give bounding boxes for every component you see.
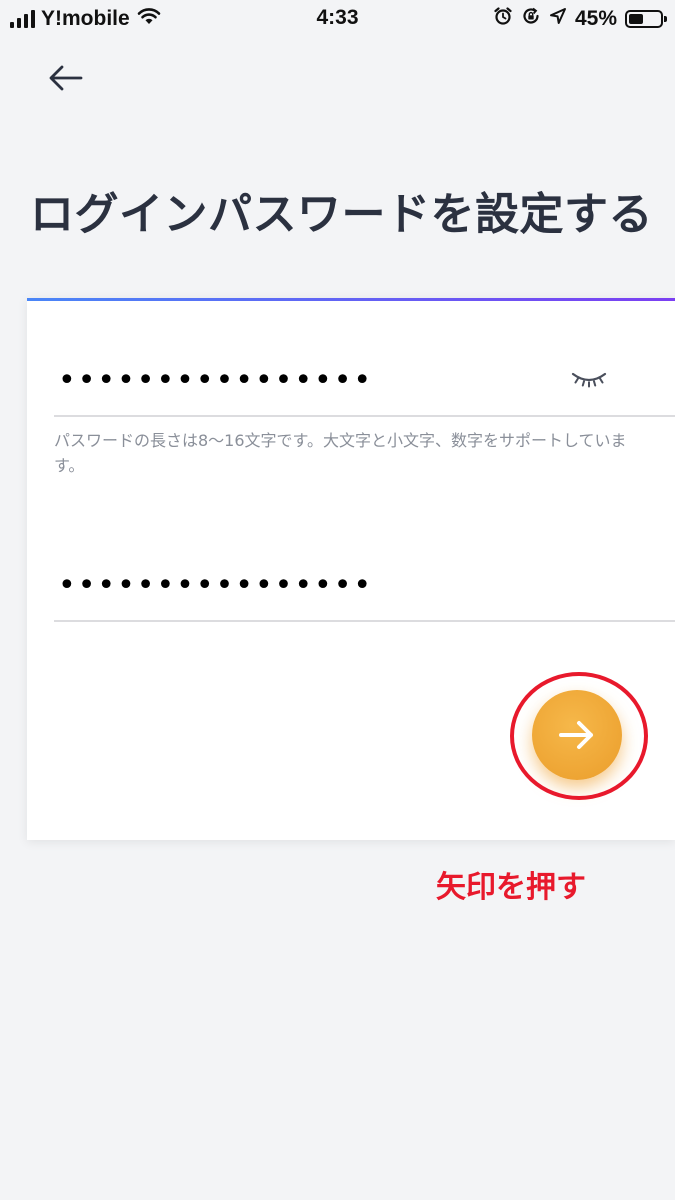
- annotation-label: 矢印を押す: [436, 870, 586, 905]
- status-right: 45%: [493, 6, 667, 32]
- battery-percent: 45%: [574, 7, 617, 30]
- password-card: パスワードの長さは8〜16文字です。大文字と小文字、数字をサポートしています。: [27, 298, 675, 840]
- location-icon: [549, 7, 567, 31]
- rotation-lock-icon: [521, 6, 541, 32]
- arrow-left-icon: [49, 65, 83, 91]
- password-underline: [54, 415, 675, 417]
- battery-icon: [625, 10, 667, 28]
- arrow-right-icon: [559, 721, 593, 749]
- status-bar: Y!mobile 4:33 45%: [0, 0, 675, 36]
- page-title: ログインパスワードを設定する: [30, 189, 653, 240]
- confirm-password-input[interactable]: [54, 560, 675, 610]
- password-visibility-toggle[interactable]: [567, 366, 611, 394]
- confirm-password-underline: [54, 620, 675, 622]
- battery-fill: [629, 14, 643, 24]
- alarm-icon: [493, 6, 513, 32]
- back-button[interactable]: [40, 52, 92, 104]
- password-helper-text: パスワードの長さは8〜16文字です。大文字と小文字、数字をサポートしています。: [54, 431, 627, 475]
- next-button[interactable]: [532, 690, 622, 780]
- card-accent-line: [27, 298, 675, 301]
- eye-closed-icon: [571, 372, 607, 388]
